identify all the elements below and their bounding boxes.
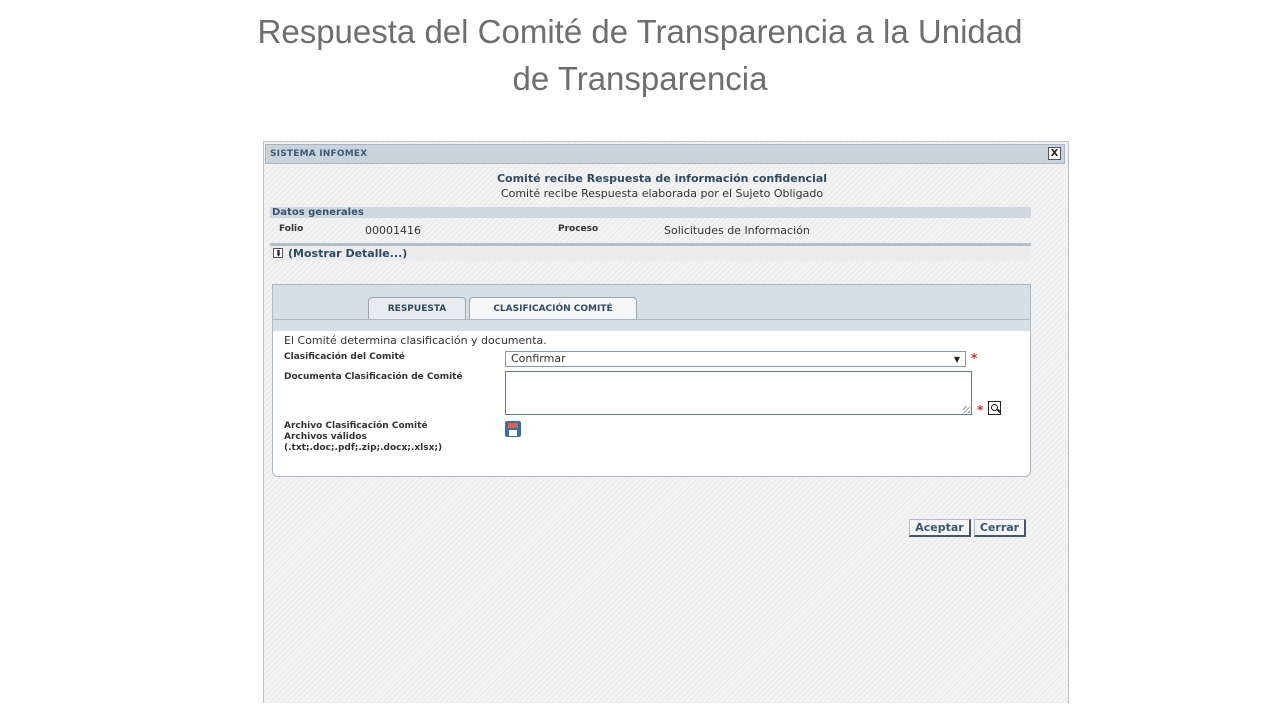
resize-handle-icon[interactable] <box>963 406 970 413</box>
general-data-label: Datos generales <box>272 207 364 218</box>
folio-value: 00001416 <box>365 224 421 237</box>
slide-title-line-2: de Transparencia <box>512 60 768 97</box>
required-marker: * <box>971 351 978 365</box>
infomex-dialog: SISTEMA INFOMEX X Comité recibe Respuest… <box>263 141 1069 703</box>
slide-title-line-1: Respuesta del Comité de Transparencia a … <box>257 13 1023 50</box>
tab-clasificacion-comite[interactable]: CLASIFICACIÓN COMITÉ <box>469 297 637 319</box>
folio-label: Folio <box>279 224 304 234</box>
show-details-link[interactable]: (Mostrar Detalle...) <box>288 247 407 260</box>
archivo-label: Archivo Clasificación Comité <box>284 421 428 431</box>
tab-panel: RESPUESTA CLASIFICACIÓN COMITÉ El Comité… <box>272 284 1031 477</box>
close-button[interactable]: Cerrar <box>974 519 1026 537</box>
show-details-bar[interactable]: ⮯ (Mostrar Detalle...) <box>270 243 1031 261</box>
documenta-textarea[interactable] <box>505 371 972 415</box>
search-document-icon[interactable] <box>988 401 1001 415</box>
archivo-types: (.txt;.doc;.pdf;.zip;.docx;.xlsx;) <box>284 443 443 453</box>
dialog-heading: Comité recibe Respuesta de información c… <box>496 172 828 185</box>
clasificacion-label: Clasificación del Comité <box>284 352 405 362</box>
clasificacion-select[interactable]: Confirmar ▼ <box>505 351 966 367</box>
archivo-valid-label: Archivos válidos <box>284 432 367 442</box>
tab-divider <box>273 319 1030 320</box>
clasificacion-selected-value: Confirmar <box>511 352 566 365</box>
required-marker-2: * <box>977 403 984 417</box>
floppy-disk-icon[interactable] <box>505 421 521 437</box>
general-data-section-header: Datos generales <box>270 207 1031 218</box>
proceso-label: Proceso <box>558 224 599 234</box>
chevron-double-down-icon[interactable]: ⮯ <box>273 248 283 258</box>
form-intro-text: El Comité determina clasificación y docu… <box>284 334 547 347</box>
tab-respuesta[interactable]: RESPUESTA <box>368 297 466 319</box>
tab-bar: RESPUESTA CLASIFICACIÓN COMITÉ <box>273 285 1030 331</box>
dialog-titlebar: SISTEMA INFOMEX X <box>265 144 1065 164</box>
accept-button[interactable]: Aceptar <box>909 519 971 537</box>
close-icon[interactable]: X <box>1048 147 1061 160</box>
dialog-subheading: Comité recibe Respuesta elaborada por el… <box>500 187 824 200</box>
proceso-value: Solicitudes de Información <box>664 224 810 237</box>
slide-title: Respuesta del Comité de Transparencia a … <box>0 8 1280 102</box>
documenta-label: Documenta Clasificación de Comité <box>284 372 463 382</box>
dropdown-arrow-icon[interactable]: ▼ <box>954 353 960 367</box>
dialog-title: SISTEMA INFOMEX <box>270 149 368 159</box>
